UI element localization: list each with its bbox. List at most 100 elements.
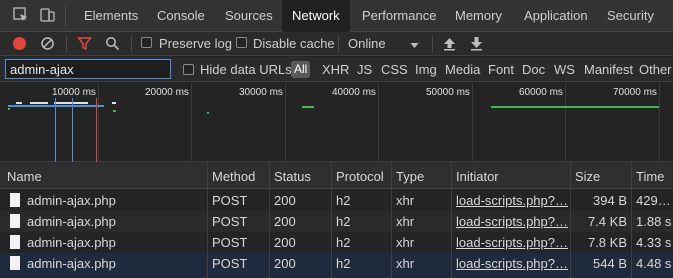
cell-protocol: h2 xyxy=(336,214,351,229)
cell-method: POST xyxy=(212,235,248,250)
table-row[interactable]: admin-ajax.php POST 200 h2 xhr load-scri… xyxy=(0,253,673,278)
tab-console[interactable]: Console xyxy=(147,0,215,32)
tab-security[interactable]: Security xyxy=(597,0,664,32)
overview-tick: 30000 ms xyxy=(239,87,283,98)
header-time[interactable]: Time xyxy=(636,169,664,184)
device-toolbar-icon[interactable] xyxy=(38,6,56,24)
overview-activity xyxy=(30,102,48,104)
cell-time: 4.33 s xyxy=(636,235,671,250)
cell-initiator-link[interactable]: load-scripts.php?… xyxy=(456,256,568,271)
cell-type: xhr xyxy=(396,256,415,271)
toolbar-divider xyxy=(131,36,132,52)
tab-network[interactable]: Network xyxy=(282,0,350,32)
type-filter-xhr[interactable]: XHR xyxy=(322,62,349,77)
type-filter-doc[interactable]: Doc xyxy=(522,62,545,77)
tab-sources[interactable]: Sources xyxy=(215,0,283,32)
inspect-element-icon[interactable] xyxy=(12,6,30,24)
column-divider[interactable] xyxy=(570,162,571,278)
cell-name: admin-ajax.php xyxy=(27,256,116,271)
table-row[interactable]: admin-ajax.php POST 200 h2 xhr load-scri… xyxy=(0,211,673,232)
cell-name: admin-ajax.php xyxy=(27,235,116,250)
throttling-select[interactable]: Online xyxy=(348,36,386,51)
header-name[interactable]: Name xyxy=(7,169,42,184)
overview-gridline xyxy=(659,83,660,162)
cell-protocol: h2 xyxy=(336,256,351,271)
column-divider[interactable] xyxy=(451,162,452,278)
cell-protocol: h2 xyxy=(336,235,351,250)
type-filter-ws[interactable]: WS xyxy=(554,62,575,77)
hide-data-urls-label: Hide data URLs xyxy=(200,62,292,77)
tab-memory[interactable]: Memory xyxy=(445,0,512,32)
cell-time: 429… xyxy=(636,193,671,208)
type-filter-media[interactable]: Media xyxy=(445,62,480,77)
overview-gridline xyxy=(378,83,379,162)
search-icon[interactable] xyxy=(105,36,120,54)
cell-status: 200 xyxy=(274,256,296,271)
filter-icon[interactable] xyxy=(76,36,93,54)
overview-gridline xyxy=(191,83,192,162)
chevron-down-icon[interactable] xyxy=(410,39,419,53)
table-row[interactable]: admin-ajax.php POST 200 h2 xhr load-scri… xyxy=(0,232,673,253)
tab-application[interactable]: Application xyxy=(514,0,598,32)
header-initiator[interactable]: Initiator xyxy=(456,169,499,184)
table-row[interactable]: admin-ajax.php POST 200 h2 xhr load-scri… xyxy=(0,190,673,211)
header-size[interactable]: Size xyxy=(575,169,600,184)
type-filter-manifest[interactable]: Manifest xyxy=(584,62,633,77)
cell-initiator-link[interactable]: load-scripts.php?… xyxy=(456,214,568,229)
document-file-icon xyxy=(10,235,20,249)
column-divider[interactable] xyxy=(391,162,392,278)
type-filter-img[interactable]: Img xyxy=(415,62,437,77)
cell-status: 200 xyxy=(274,193,296,208)
cell-time: 1.88 s xyxy=(636,214,671,229)
filter-input[interactable] xyxy=(5,59,171,79)
overview-tick: 40000 ms xyxy=(332,87,376,98)
column-divider[interactable] xyxy=(269,162,270,278)
tab-performance[interactable]: Performance xyxy=(352,0,446,32)
cell-protocol: h2 xyxy=(336,193,351,208)
overview-gridline xyxy=(472,83,473,162)
cell-size: 544 B xyxy=(593,256,627,271)
cell-size: 7.4 KB xyxy=(587,214,627,229)
type-filter-js[interactable]: JS xyxy=(357,62,372,77)
toolbar-divider xyxy=(338,36,339,52)
header-method[interactable]: Method xyxy=(212,169,255,184)
overview-activity xyxy=(16,102,22,104)
type-filter-other[interactable]: Other xyxy=(639,62,672,77)
cell-initiator-link[interactable]: load-scripts.php?… xyxy=(456,193,568,208)
record-icon[interactable] xyxy=(13,37,26,50)
cell-initiator-link[interactable]: load-scripts.php?… xyxy=(456,235,568,250)
toolbar-divider xyxy=(432,36,433,52)
cell-method: POST xyxy=(212,256,248,271)
cell-method: POST xyxy=(212,193,248,208)
toolbar-divider xyxy=(66,36,67,52)
devtools-tab-bar: Elements Console Sources Network Perform… xyxy=(0,0,673,32)
document-file-icon xyxy=(10,193,20,207)
overview-activity xyxy=(112,102,116,104)
header-type[interactable]: Type xyxy=(396,169,424,184)
network-overview[interactable]: 10000 ms 20000 ms 30000 ms 40000 ms 5000… xyxy=(0,83,673,162)
overview-activity xyxy=(8,105,104,107)
cell-status: 200 xyxy=(274,214,296,229)
export-har-icon[interactable] xyxy=(470,36,483,54)
import-har-icon[interactable] xyxy=(443,36,456,54)
type-filter-css[interactable]: CSS xyxy=(381,62,408,77)
disable-cache-checkbox[interactable] xyxy=(236,37,247,48)
overview-activity xyxy=(491,106,659,108)
document-file-icon xyxy=(10,256,20,270)
column-divider[interactable] xyxy=(631,162,632,278)
column-divider[interactable] xyxy=(207,162,208,278)
cell-time: 4.48 s xyxy=(636,256,671,271)
hide-data-urls-checkbox[interactable] xyxy=(183,64,194,75)
overview-activity xyxy=(113,110,116,112)
preserve-log-checkbox[interactable] xyxy=(141,37,152,48)
cell-type: xhr xyxy=(396,193,415,208)
dom-content-loaded-line xyxy=(72,98,73,162)
column-divider[interactable] xyxy=(331,162,332,278)
clear-icon[interactable] xyxy=(40,36,55,54)
header-status[interactable]: Status xyxy=(274,169,311,184)
cell-size: 7.8 KB xyxy=(587,235,627,250)
type-filter-font[interactable]: Font xyxy=(488,62,514,77)
type-filter-all[interactable]: All xyxy=(291,61,311,78)
header-protocol[interactable]: Protocol xyxy=(336,169,384,184)
tab-elements[interactable]: Elements xyxy=(74,0,148,32)
